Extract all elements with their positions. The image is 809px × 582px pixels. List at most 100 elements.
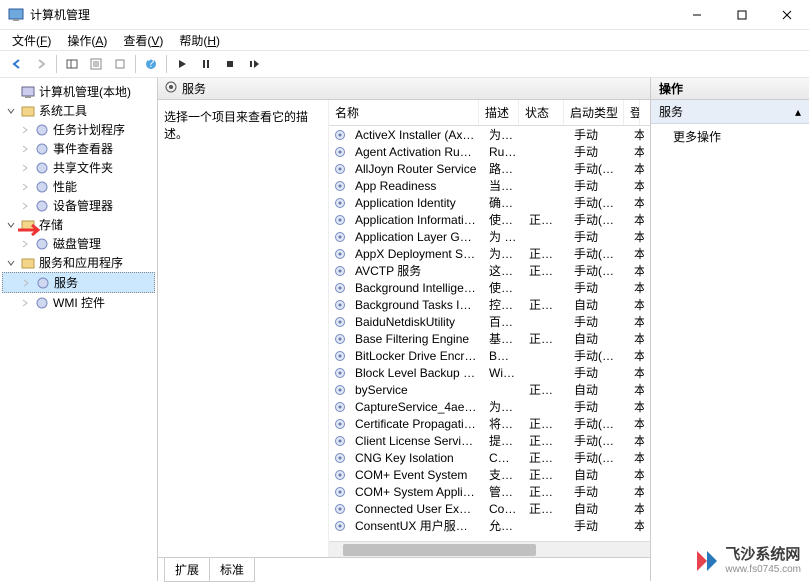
service-row[interactable]: Application Layer Gateway ...为 In...手动本 — [329, 228, 650, 245]
service-icon — [333, 264, 347, 278]
service-icon — [333, 349, 347, 363]
service-row[interactable]: Connected User Experienc...Con...正在 ...自… — [329, 500, 650, 517]
export-button[interactable] — [109, 53, 131, 75]
tree-toggle-icon[interactable] — [5, 86, 17, 98]
menu-h[interactable]: 帮助(H) — [173, 30, 226, 51]
service-row[interactable]: AVCTP 服务这是 ...正在 ...手动(触发...本 — [329, 262, 650, 279]
service-row[interactable]: Base Filtering Engine基本 ...正在 ...自动本 — [329, 330, 650, 347]
tree-toggle-icon[interactable] — [19, 181, 31, 193]
service-row[interactable]: ActiveX Installer (AxInstSV)为从 ...手动本 — [329, 126, 650, 143]
tab-extended[interactable]: 扩展 — [164, 558, 210, 582]
service-row[interactable]: Background Tasks Infrastru...控制 ...正在 ..… — [329, 296, 650, 313]
tree-toggle-icon[interactable] — [5, 257, 17, 269]
tree-node[interactable]: 任务计划程序 — [2, 120, 155, 139]
scrollbar-thumb[interactable] — [343, 544, 536, 556]
service-row[interactable]: BaiduNetdiskUtility百度 ...手动本 — [329, 313, 650, 330]
svc-logon: 本 — [628, 398, 644, 415]
folder-icon — [34, 141, 50, 157]
svc-name: Connected User Experienc... — [349, 502, 483, 516]
tree-toggle-icon[interactable] — [19, 143, 31, 155]
service-row[interactable]: ConsentUX 用户服务_4aeb...允许 ...手动本 — [329, 517, 650, 534]
tree-toggle-icon[interactable] — [5, 105, 17, 117]
start-service-button[interactable] — [171, 53, 193, 75]
service-row[interactable]: BitLocker Drive Encryption ...BDE...手动(触… — [329, 347, 650, 364]
app-icon — [8, 7, 24, 23]
show-hide-button[interactable] — [61, 53, 83, 75]
svc-startup: 手动 — [568, 177, 628, 194]
tree-toggle-icon[interactable] — [19, 238, 31, 250]
tree-node[interactable]: 磁盘管理 — [2, 234, 155, 253]
horizontal-scrollbar[interactable] — [329, 541, 650, 557]
tree-node[interactable]: 服务 — [2, 272, 155, 293]
collapse-icon[interactable]: ▴ — [795, 105, 801, 119]
tree-node[interactable]: 服务和应用程序 — [2, 253, 155, 272]
list-rows[interactable]: ActiveX Installer (AxInstSV)为从 ...手动本Age… — [329, 126, 650, 541]
tree-node[interactable]: 事件查看器 — [2, 139, 155, 158]
col-status[interactable]: 状态 — [519, 100, 564, 125]
tree-node[interactable]: 共享文件夹 — [2, 158, 155, 177]
close-button[interactable] — [764, 0, 809, 30]
service-row[interactable]: CNG Key IsolationCNG ...正在 ...手动(触发...本 — [329, 449, 650, 466]
service-row[interactable]: CaptureService_4aeb7ca为调 ...手动本 — [329, 398, 650, 415]
tree-node[interactable]: 系统工具 — [2, 101, 155, 120]
tree-toggle-icon[interactable] — [5, 219, 17, 231]
col-startup[interactable]: 启动类型 — [564, 100, 624, 125]
service-row[interactable]: Block Level Backup Engine ...Win...手动本 — [329, 364, 650, 381]
tree-toggle-icon[interactable] — [19, 124, 31, 136]
svc-startup: 手动 — [568, 313, 628, 330]
svc-desc: 百度 ... — [483, 313, 523, 330]
svc-logon: 本 — [628, 449, 644, 466]
col-logon[interactable]: 登 — [624, 100, 640, 125]
restart-service-button[interactable] — [243, 53, 265, 75]
tree-node[interactable]: 设备管理器 — [2, 196, 155, 215]
description-prompt: 选择一个项目来查看它的描述。 — [164, 108, 322, 142]
properties-button[interactable] — [85, 53, 107, 75]
minimize-button[interactable] — [674, 0, 719, 30]
col-name[interactable]: 名称 — [329, 100, 479, 125]
tree-node[interactable]: 存储 — [2, 215, 155, 234]
forward-button[interactable] — [30, 53, 52, 75]
tree-toggle-icon[interactable] — [19, 162, 31, 174]
actions-section[interactable]: 服务 ▴ — [651, 100, 809, 124]
menu-f[interactable]: 文件(F) — [6, 30, 57, 51]
tree-label: 计算机管理(本地) — [39, 83, 131, 100]
menu-a[interactable]: 操作(A) — [61, 30, 113, 51]
service-row[interactable]: Client License Service (Clip...提供 ...正在 … — [329, 432, 650, 449]
services-header: 服务 — [158, 78, 650, 100]
service-row[interactable]: Application Identity确定 ...手动(触发...本 — [329, 194, 650, 211]
tree-node[interactable]: 计算机管理(本地) — [2, 82, 155, 101]
menu-v[interactable]: 查看(V) — [117, 30, 169, 51]
action-more[interactable]: 更多操作 — [651, 124, 809, 149]
service-row[interactable]: AppX Deployment Service (...为部 ...正在 ...… — [329, 245, 650, 262]
service-row[interactable]: App Readiness当用 ...手动本 — [329, 177, 650, 194]
svc-name: Client License Service (Clip... — [349, 434, 483, 448]
service-row[interactable]: Background Intelligent Tra...使用 ...手动本 — [329, 279, 650, 296]
tree-label: WMI 控件 — [53, 294, 105, 311]
tree-pane[interactable]: 计算机管理(本地)系统工具任务计划程序事件查看器共享文件夹性能设备管理器存储磁盘… — [0, 78, 158, 581]
actions-header: 操作 — [651, 78, 809, 100]
pause-service-button[interactable] — [195, 53, 217, 75]
tree-node[interactable]: 性能 — [2, 177, 155, 196]
svc-startup: 手动 — [568, 126, 628, 143]
service-row[interactable]: Certificate Propagation将用 ...正在 ...手动(触发… — [329, 415, 650, 432]
service-row[interactable]: Agent Activation Runtime ...Runt...手动本 — [329, 143, 650, 160]
help-button[interactable]: ? — [140, 53, 162, 75]
back-button[interactable] — [6, 53, 28, 75]
svc-startup: 手动(触发... — [568, 449, 628, 466]
service-row[interactable]: COM+ System Application管理 ...正在 ...手动本 — [329, 483, 650, 500]
tree-node[interactable]: WMI 控件 — [2, 293, 155, 312]
col-desc[interactable]: 描述 — [479, 100, 519, 125]
service-row[interactable]: AllJoyn Router Service路由 ...手动(触发...本 — [329, 160, 650, 177]
tree-toggle-icon[interactable] — [20, 277, 32, 289]
service-row[interactable]: Application Information使用 ...正在 ...手动(触发… — [329, 211, 650, 228]
tree-toggle-icon[interactable] — [19, 200, 31, 212]
svc-logon: 本 — [628, 126, 644, 143]
svc-name: Application Layer Gateway ... — [349, 230, 483, 244]
service-row[interactable]: COM+ Event System支持 ...正在 ...自动本 — [329, 466, 650, 483]
stop-service-button[interactable] — [219, 53, 241, 75]
maximize-button[interactable] — [719, 0, 764, 30]
list-header[interactable]: 名称 描述 状态 启动类型 登 — [329, 100, 650, 126]
service-row[interactable]: byService正在 ...自动本 — [329, 381, 650, 398]
tree-toggle-icon[interactable] — [19, 297, 31, 309]
tab-standard[interactable]: 标准 — [209, 558, 255, 582]
